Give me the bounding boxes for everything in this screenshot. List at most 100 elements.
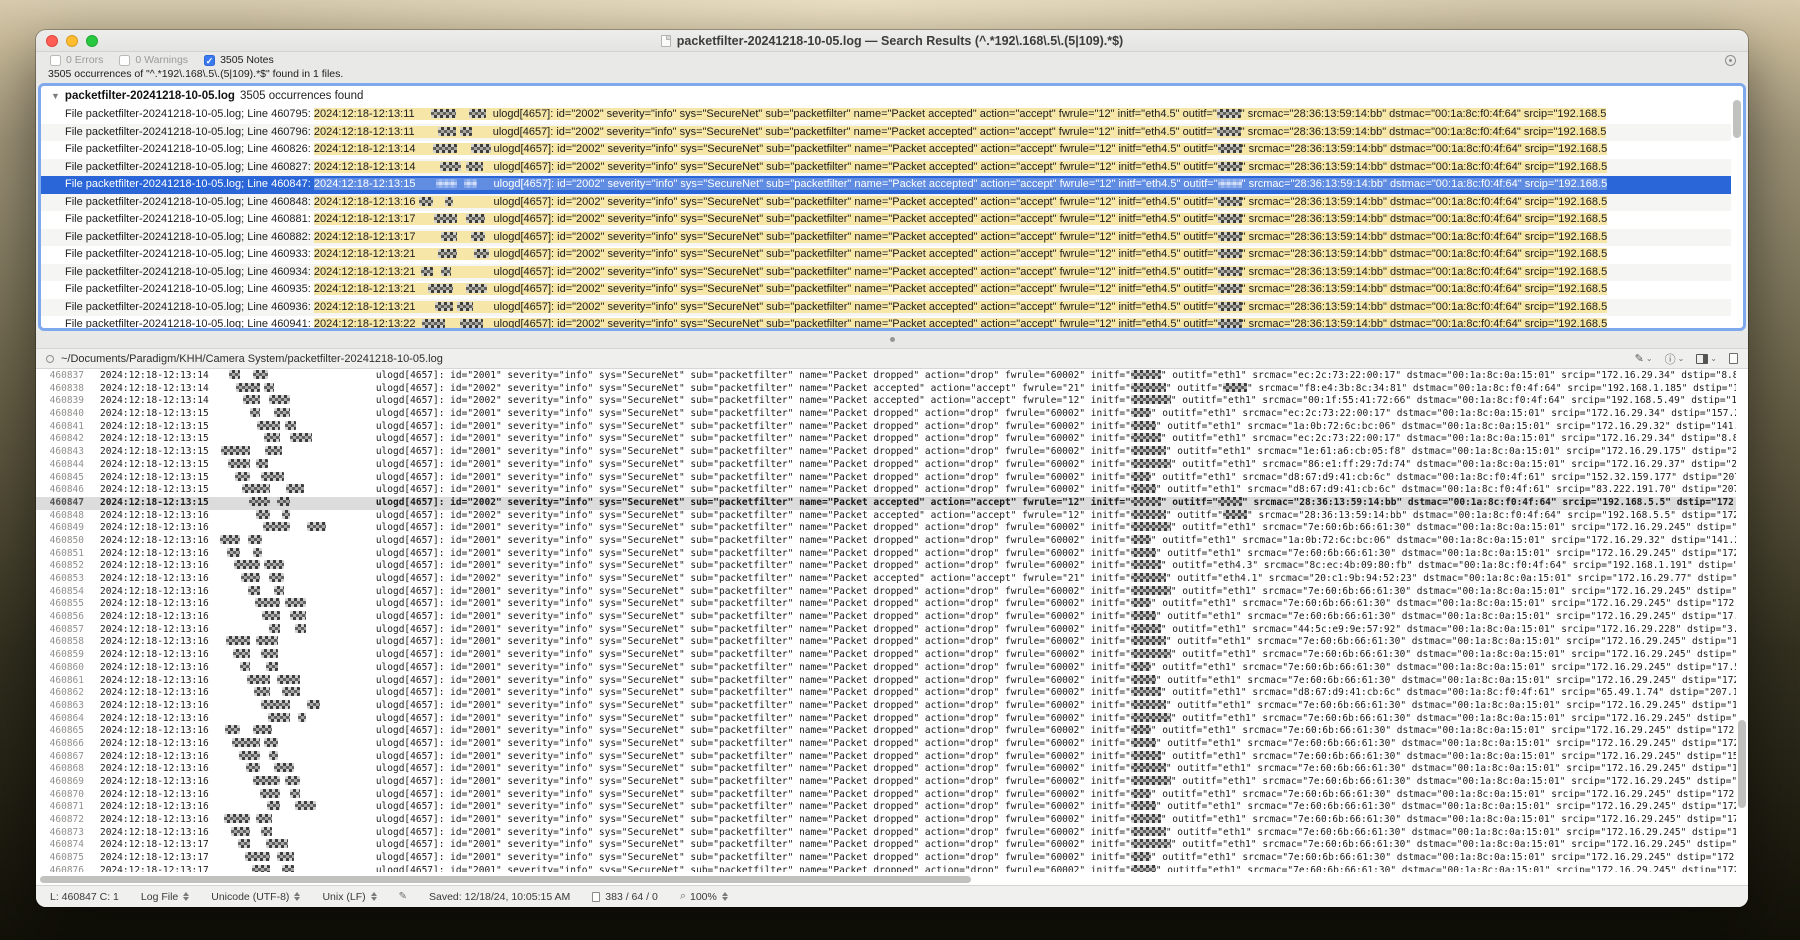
text-zoom-menu[interactable]: ⌕ 100% bbox=[680, 890, 728, 903]
editor-line[interactable]: 4608762024:12:18-12:13:17 ulogd[4657]: i… bbox=[36, 865, 1736, 872]
info-menu[interactable]: ⓘ⌄ bbox=[1665, 351, 1685, 367]
language-menu[interactable]: Log File bbox=[141, 891, 189, 903]
split-view-menu[interactable]: ⌄ bbox=[1696, 354, 1717, 364]
notes-checkbox[interactable]: ✓ bbox=[204, 55, 215, 66]
editor-line[interactable]: 4608452024:12:18-12:13:15 ulogd[4657]: i… bbox=[36, 472, 1736, 485]
editor-line[interactable]: 4608442024:12:18-12:13:15 ulogd[4657]: i… bbox=[36, 459, 1736, 472]
log-line-text: 2024:12:18-12:13:16 ulogd[4657]: id="200… bbox=[100, 814, 1736, 827]
warnings-filter[interactable]: 0 Warnings bbox=[119, 54, 188, 66]
result-row[interactable]: File packetfilter-20241218-10-05.log; Li… bbox=[41, 159, 1731, 177]
result-row[interactable]: File packetfilter-20241218-10-05.log; Li… bbox=[41, 246, 1731, 264]
new-document-icon bbox=[1729, 353, 1738, 364]
log-line-text: 2024:12:18-12:13:17 ulogd[4657]: id="200… bbox=[100, 839, 1736, 852]
writable-pencil-icon[interactable]: ✎ bbox=[399, 891, 407, 902]
results-options-icon[interactable] bbox=[1725, 55, 1736, 66]
editor-lines[interactable]: 4608372024:12:18-12:13:14 ulogd[4657]: i… bbox=[36, 370, 1736, 872]
editor-line[interactable]: 4608382024:12:18-12:13:14 ulogd[4657]: i… bbox=[36, 383, 1736, 396]
editor-line[interactable]: 4608672024:12:18-12:13:16 ulogd[4657]: i… bbox=[36, 751, 1736, 764]
editor-line[interactable]: 4608502024:12:18-12:13:16 ulogd[4657]: i… bbox=[36, 535, 1736, 548]
editor-line[interactable]: 4608402024:12:18-12:13:15 ulogd[4657]: i… bbox=[36, 408, 1736, 421]
result-row[interactable]: File packetfilter-20241218-10-05.log; Li… bbox=[41, 211, 1731, 229]
pane-splitter[interactable] bbox=[36, 331, 1748, 348]
result-row[interactable]: File packetfilter-20241218-10-05.log; Li… bbox=[41, 176, 1731, 194]
result-row[interactable]: File packetfilter-20241218-10-05.log; Li… bbox=[41, 106, 1731, 124]
line-number: 460854 bbox=[36, 586, 84, 599]
result-row[interactable]: File packetfilter-20241218-10-05.log; Li… bbox=[41, 264, 1731, 282]
editor-line[interactable]: 4608462024:12:18-12:13:15 ulogd[4657]: i… bbox=[36, 484, 1736, 497]
log-line-text: 2024:12:18-12:13:15 ulogd[4657]: id="200… bbox=[100, 497, 1736, 510]
editor-line[interactable]: 4608422024:12:18-12:13:15 ulogd[4657]: i… bbox=[36, 433, 1736, 446]
editor-line[interactable]: 4608522024:12:18-12:13:16 ulogd[4657]: i… bbox=[36, 560, 1736, 573]
editor-line[interactable]: 4608532024:12:18-12:13:16 ulogd[4657]: i… bbox=[36, 573, 1736, 586]
file-path-bar: ~/Documents/Paradigm/KHH/Camera System/p… bbox=[36, 348, 1748, 369]
editor-line[interactable]: 4608652024:12:18-12:13:16 ulogd[4657]: i… bbox=[36, 725, 1736, 738]
result-row[interactable]: File packetfilter-20241218-10-05.log; Li… bbox=[41, 316, 1731, 328]
log-line-text: 2024:12:18-12:13:17 ulogd[4657]: id="200… bbox=[100, 852, 1736, 865]
minimize-button[interactable] bbox=[66, 35, 78, 47]
editor-vertical-scrollbar[interactable] bbox=[1737, 372, 1747, 871]
editor-line[interactable]: 4608592024:12:18-12:13:16 ulogd[4657]: i… bbox=[36, 649, 1736, 662]
window-title-text: packetfilter-20241218-10-05.log — Search… bbox=[677, 34, 1123, 48]
errors-filter[interactable]: 0 Errors bbox=[50, 54, 103, 66]
editor-line[interactable]: 4608372024:12:18-12:13:14 ulogd[4657]: i… bbox=[36, 370, 1736, 383]
editor-line[interactable]: 4608722024:12:18-12:13:16 ulogd[4657]: i… bbox=[36, 814, 1736, 827]
zoom-button[interactable] bbox=[86, 35, 98, 47]
editor-line[interactable]: 4608392024:12:18-12:13:14 ulogd[4657]: i… bbox=[36, 395, 1736, 408]
editor-line[interactable]: 4608582024:12:18-12:13:16 ulogd[4657]: i… bbox=[36, 636, 1736, 649]
editor-line[interactable]: 4608572024:12:18-12:13:16 ulogd[4657]: i… bbox=[36, 624, 1736, 637]
editor-horizontal-scrollbar[interactable] bbox=[40, 875, 1732, 884]
new-document-button[interactable] bbox=[1729, 353, 1738, 364]
file-state-icon[interactable] bbox=[46, 355, 54, 363]
errors-checkbox[interactable] bbox=[50, 55, 61, 66]
line-number: 460871 bbox=[36, 801, 84, 814]
editor-line[interactable]: 4608492024:12:18-12:13:16 ulogd[4657]: i… bbox=[36, 522, 1736, 535]
result-row[interactable]: File packetfilter-20241218-10-05.log; Li… bbox=[41, 141, 1731, 159]
editor-line[interactable]: 4608622024:12:18-12:13:16 ulogd[4657]: i… bbox=[36, 687, 1736, 700]
editor-line[interactable]: 4608692024:12:18-12:13:16 ulogd[4657]: i… bbox=[36, 776, 1736, 789]
line-ending-label: Unix (LF) bbox=[322, 891, 365, 903]
editor-line[interactable]: 4608562024:12:18-12:13:16 ulogd[4657]: i… bbox=[36, 611, 1736, 624]
editor-line-current[interactable]: 4608472024:12:18-12:13:15 ulogd[4657]: i… bbox=[36, 497, 1736, 510]
result-row-match-text: 2024:12:18-12:13:21 ulogd[4657]: id="200… bbox=[314, 248, 1607, 260]
results-scrollbar-thumb[interactable] bbox=[1733, 100, 1741, 138]
editor-line[interactable]: 4608732024:12:18-12:13:16 ulogd[4657]: i… bbox=[36, 827, 1736, 840]
warnings-checkbox[interactable] bbox=[119, 55, 130, 66]
result-row[interactable]: File packetfilter-20241218-10-05.log; Li… bbox=[41, 229, 1731, 247]
splitter-handle[interactable] bbox=[890, 337, 895, 342]
pencil-menu[interactable]: ✎⌄ bbox=[1635, 352, 1653, 365]
editor-line[interactable]: 4608602024:12:18-12:13:16 ulogd[4657]: i… bbox=[36, 662, 1736, 675]
result-row-match-text: 2024:12:18-12:13:21 ulogd[4657]: id="200… bbox=[314, 283, 1607, 295]
editor-line[interactable]: 4608412024:12:18-12:13:15 ulogd[4657]: i… bbox=[36, 421, 1736, 434]
editor-line[interactable]: 4608682024:12:18-12:13:16 ulogd[4657]: i… bbox=[36, 763, 1736, 776]
result-row[interactable]: File packetfilter-20241218-10-05.log; Li… bbox=[41, 299, 1731, 317]
results-scrollbar[interactable] bbox=[1732, 88, 1742, 326]
editor-line[interactable]: 4608642024:12:18-12:13:16 ulogd[4657]: i… bbox=[36, 713, 1736, 726]
line-ending-menu[interactable]: Unix (LF) bbox=[322, 891, 376, 903]
editor-line[interactable]: 4608552024:12:18-12:13:16 ulogd[4657]: i… bbox=[36, 598, 1736, 611]
editor-line[interactable]: 4608702024:12:18-12:13:16 ulogd[4657]: i… bbox=[36, 789, 1736, 802]
editor-line[interactable]: 4608662024:12:18-12:13:16 ulogd[4657]: i… bbox=[36, 738, 1736, 751]
encoding-menu[interactable]: Unicode (UTF-8) bbox=[211, 891, 300, 903]
editor-line[interactable]: 4608512024:12:18-12:13:16 ulogd[4657]: i… bbox=[36, 548, 1736, 561]
editor-line[interactable]: 4608432024:12:18-12:13:15 ulogd[4657]: i… bbox=[36, 446, 1736, 459]
notes-filter[interactable]: ✓ 3505 Notes bbox=[204, 54, 274, 66]
results-file-header[interactable]: ▼ packetfilter-20241218-10-05.log 3505 o… bbox=[41, 86, 1743, 105]
result-row[interactable]: File packetfilter-20241218-10-05.log; Li… bbox=[41, 194, 1731, 212]
editor-line[interactable]: 4608752024:12:18-12:13:17 ulogd[4657]: i… bbox=[36, 852, 1736, 865]
editor-hscroll-thumb[interactable] bbox=[40, 876, 971, 883]
editor-line[interactable]: 4608712024:12:18-12:13:16 ulogd[4657]: i… bbox=[36, 801, 1736, 814]
editor-line[interactable]: 4608612024:12:18-12:13:16 ulogd[4657]: i… bbox=[36, 675, 1736, 688]
text-editor[interactable]: 4608372024:12:18-12:13:14 ulogd[4657]: i… bbox=[36, 369, 1748, 885]
close-button[interactable] bbox=[46, 35, 58, 47]
result-row[interactable]: File packetfilter-20241218-10-05.log; Li… bbox=[41, 281, 1731, 299]
editor-line[interactable]: 4608542024:12:18-12:13:16 ulogd[4657]: i… bbox=[36, 586, 1736, 599]
result-row-location: File packetfilter-20241218-10-05.log; Li… bbox=[65, 143, 314, 155]
editor-line[interactable]: 4608742024:12:18-12:13:17 ulogd[4657]: i… bbox=[36, 839, 1736, 852]
disclosure-triangle-icon[interactable]: ▼ bbox=[51, 91, 60, 101]
editor-line[interactable]: 4608632024:12:18-12:13:16 ulogd[4657]: i… bbox=[36, 700, 1736, 713]
editor-line[interactable]: 4608482024:12:18-12:13:16 ulogd[4657]: i… bbox=[36, 510, 1736, 523]
editor-vscroll-thumb[interactable] bbox=[1738, 720, 1746, 808]
counts-label: 383 / 64 / 0 bbox=[605, 891, 658, 903]
title-bar[interactable]: packetfilter-20241218-10-05.log — Search… bbox=[36, 30, 1748, 52]
result-row[interactable]: File packetfilter-20241218-10-05.log; Li… bbox=[41, 124, 1731, 142]
